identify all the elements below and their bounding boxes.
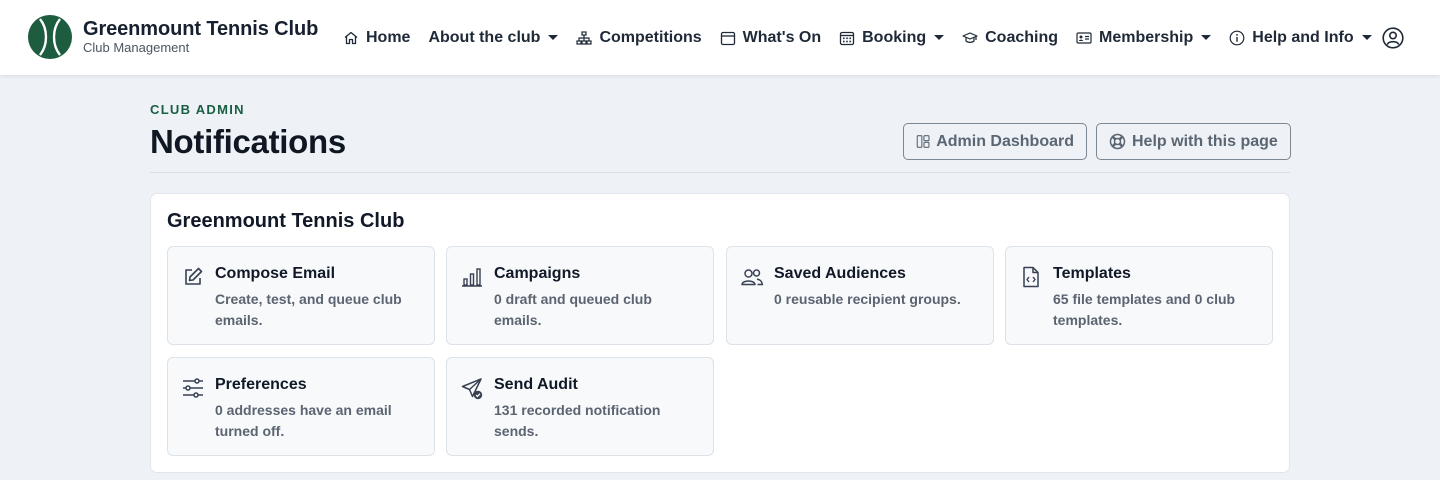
pencil-square-icon — [185, 267, 203, 285]
brand-link[interactable]: Greenmount Tennis Club Club Management — [28, 15, 318, 59]
sitemap-icon — [576, 30, 593, 45]
tile-description: 131 recorded notification sends. — [494, 402, 661, 439]
tile-compose-email[interactable]: Compose Email Create, test, and queue cl… — [167, 246, 435, 345]
nav-help-info-label: Help and Info — [1252, 28, 1354, 46]
top-navbar: Greenmount Tennis Club Club Management H… — [0, 0, 1440, 75]
id-card-icon — [1076, 31, 1092, 44]
tile-description: 0 reusable recipient groups. — [774, 291, 961, 307]
send-check-icon — [461, 378, 483, 400]
help-page-label: Help with this page — [1132, 132, 1278, 150]
page-title: Notifications — [150, 123, 346, 160]
nav-competitions-label: Competitions — [599, 28, 702, 46]
tile-campaigns[interactable]: Campaigns 0 draft and queued club emails… — [446, 246, 714, 345]
nav-about[interactable]: About the club — [428, 0, 559, 75]
nav-booking-label: Booking — [862, 28, 927, 46]
caret-down-icon — [934, 35, 945, 40]
people-icon — [741, 269, 764, 286]
tile-description: 0 addresses have an email turned off. — [215, 402, 392, 439]
nav-home-label: Home — [366, 28, 411, 46]
notifications-card: Greenmount Tennis Club Compose Email Cre… — [150, 193, 1290, 473]
brand-subtitle: Club Management — [83, 40, 190, 55]
bar-chart-icon — [462, 268, 482, 287]
main-nav: Home About the club Competitions What's — [343, 0, 1372, 75]
tile-description: 0 draft and queued club emails. — [494, 291, 652, 328]
nav-competitions[interactable]: Competitions — [576, 0, 702, 75]
sliders-icon — [183, 378, 203, 398]
tennis-ball-icon — [28, 15, 72, 59]
calendar-icon — [720, 31, 735, 45]
caret-down-icon — [1361, 35, 1372, 40]
tile-title: Compose Email — [215, 265, 336, 282]
header-divider — [150, 172, 1290, 173]
lifebuoy-icon — [1109, 133, 1126, 150]
help-page-button[interactable]: Help with this page — [1096, 123, 1291, 160]
tile-preferences[interactable]: Preferences 0 addresses have an email tu… — [167, 357, 435, 456]
nav-whats-on[interactable]: What's On — [720, 0, 821, 75]
info-icon — [1229, 30, 1245, 45]
tile-description: Create, test, and queue club emails. — [215, 291, 402, 328]
nav-about-label: About the club — [428, 28, 541, 46]
nav-coaching[interactable]: Coaching — [962, 0, 1058, 75]
graduation-cap-icon — [962, 31, 978, 43]
calendar-grid-icon — [839, 31, 855, 45]
nav-help-info[interactable]: Help and Info — [1229, 0, 1372, 75]
tile-title: Templates — [1053, 265, 1131, 282]
tile-title: Campaigns — [494, 265, 581, 282]
page-eyebrow: CLUB ADMIN — [150, 102, 245, 117]
brand-title: Greenmount Tennis Club — [83, 18, 319, 40]
caret-down-icon — [548, 35, 559, 40]
layout-icon — [916, 135, 930, 148]
card-title: Greenmount Tennis Club — [167, 210, 405, 232]
admin-dashboard-button[interactable]: Admin Dashboard — [903, 123, 1087, 160]
tile-templates[interactable]: Templates 65 file templates and 0 club t… — [1005, 246, 1273, 345]
tile-title: Preferences — [215, 376, 307, 393]
file-code-icon — [1023, 266, 1039, 288]
admin-dashboard-label: Admin Dashboard — [936, 132, 1074, 150]
home-icon — [344, 31, 358, 44]
nav-home[interactable]: Home — [343, 0, 410, 75]
user-circle-icon[interactable] — [1382, 27, 1404, 49]
tile-description: 65 file templates and 0 club templates. — [1053, 291, 1236, 328]
nav-membership-label: Membership — [1099, 28, 1194, 46]
nav-coaching-label: Coaching — [985, 28, 1059, 46]
tile-send-audit[interactable]: Send Audit 131 recorded notification sen… — [446, 357, 714, 456]
tile-title: Send Audit — [494, 376, 578, 393]
tile-title: Saved Audiences — [774, 265, 906, 282]
nav-membership[interactable]: Membership — [1076, 0, 1212, 75]
nav-booking[interactable]: Booking — [839, 0, 945, 75]
caret-down-icon — [1201, 35, 1212, 40]
nav-whats-on-label: What's On — [742, 28, 822, 46]
tile-saved-audiences[interactable]: Saved Audiences 0 reusable recipient gro… — [726, 246, 994, 345]
